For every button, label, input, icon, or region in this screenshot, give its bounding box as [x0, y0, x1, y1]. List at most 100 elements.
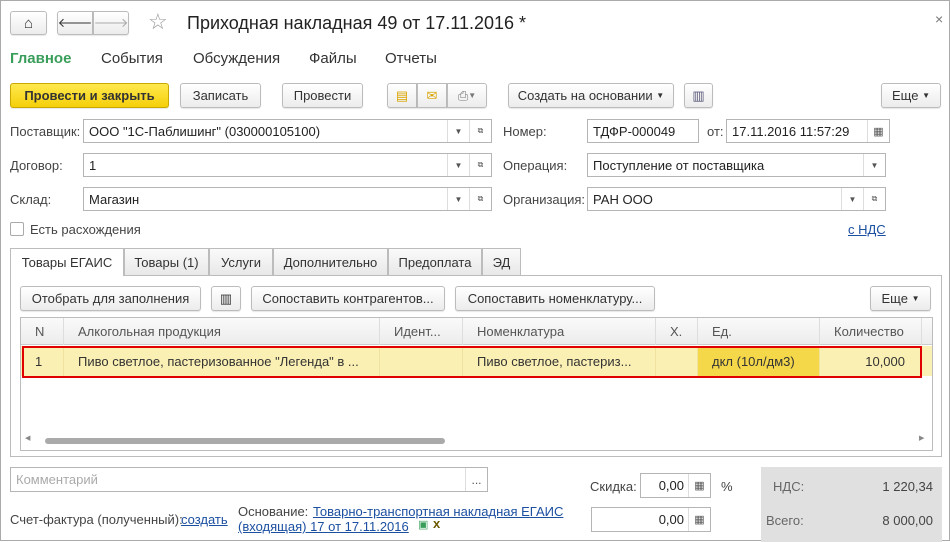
nav-files[interactable]: Файлы — [309, 50, 357, 67]
operation-label: Операция: — [503, 158, 568, 173]
dropdown-icon[interactable]: ▼ — [841, 188, 863, 210]
open-icon[interactable]: ⧉ — [469, 188, 491, 210]
save-button[interactable]: Записать — [180, 83, 261, 108]
report-icon[interactable]: ▥ — [684, 83, 713, 108]
calculator-icon[interactable]: ▦ — [688, 474, 710, 497]
discrepancy-label: Есть расхождения — [30, 222, 141, 237]
number-field[interactable]: ТДФР-000049 — [587, 119, 699, 143]
table-header: N Алкогольная продукция Идент... Номенкл… — [21, 318, 932, 345]
warehouse-value: Магазин — [89, 191, 140, 207]
comment-placeholder: Комментарий — [16, 472, 98, 487]
open-icon[interactable]: ⧉ — [469, 154, 491, 176]
col-product[interactable]: Алкогольная продукция — [64, 318, 380, 345]
page-title: Приходная накладная 49 от 17.11.2016 * — [187, 13, 527, 33]
dropdown-icon[interactable]: ▼ — [447, 188, 469, 210]
horizontal-scrollbar[interactable]: ◀ ▶ — [21, 435, 932, 446]
contract-field[interactable]: 1 ▼ ⧉ — [83, 153, 492, 177]
more-button[interactable]: Еще ▼ — [881, 83, 941, 108]
contract-value: 1 — [89, 157, 97, 173]
select-fill-button[interactable]: Отобрать для заполнения — [20, 286, 201, 311]
star-icon[interactable]: ☆ — [148, 9, 168, 35]
forward-button[interactable]: 🡒 — [93, 11, 129, 35]
basis-label: Основание: — [238, 504, 309, 519]
amount-field[interactable]: 0,00 ▦ — [591, 507, 711, 532]
tab-egais-goods[interactable]: Товары ЕГАИС — [10, 248, 124, 276]
col-ident[interactable]: Идент... — [380, 318, 463, 345]
supplier-value: ООО "1С-Паблишинг" (030000105100) — [89, 123, 321, 139]
comment-field[interactable]: Комментарий... — [10, 467, 488, 492]
col-x[interactable]: Х. — [656, 318, 698, 345]
row-outline — [22, 346, 922, 378]
warehouse-field[interactable]: Магазин ▼ ⧉ — [83, 187, 492, 211]
open-document-icon[interactable]: ▣ — [418, 518, 428, 531]
print-icon[interactable]: ⎙ ▼ — [447, 83, 487, 108]
org-value: РАН ООО — [593, 191, 653, 207]
nav-main[interactable]: Главное — [10, 50, 71, 67]
document-icon[interactable]: ▤ — [387, 83, 417, 108]
date-value: 17.11.2016 11:57:29 — [732, 123, 850, 139]
operation-value: Поступление от поставщика — [593, 157, 765, 173]
discount-field[interactable]: 0,00 ▦ — [640, 473, 711, 498]
create-based-label: Создать на основании — [517, 88, 653, 103]
col-qty[interactable]: Количество — [820, 318, 922, 345]
nav-reports[interactable]: Отчеты — [385, 50, 437, 67]
tab-goods[interactable]: Товары (1) — [124, 248, 209, 275]
total-value: 8 000,00 — [882, 513, 933, 528]
more-label: Еще — [881, 291, 908, 306]
col-unit[interactable]: Ед. — [698, 318, 820, 345]
total-label: Всего: — [766, 513, 804, 528]
tab-prepayment[interactable]: Предоплата — [388, 248, 482, 275]
tab-ed[interactable]: ЭД — [482, 248, 521, 275]
home-button[interactable]: ⌂ — [10, 11, 47, 35]
close-button[interactable]: × — [935, 11, 943, 27]
more-label: Еще — [892, 88, 919, 103]
org-field[interactable]: РАН ООО ▼ ⧉ — [587, 187, 886, 211]
col-nomenclature[interactable]: Номенклатура — [463, 318, 656, 345]
calculator-icon[interactable]: ▦ — [688, 508, 710, 531]
vat-label: НДС: — [773, 479, 805, 494]
post-close-button[interactable]: Провести и закрыть — [10, 83, 169, 108]
percent-label: % — [721, 479, 733, 494]
tab-services[interactable]: Услуги — [209, 248, 273, 275]
org-label: Организация: — [503, 192, 586, 207]
match-contractors-button[interactable]: Сопоставить контрагентов... — [251, 286, 445, 311]
contract-label: Договор: — [10, 158, 63, 173]
vat-link[interactable]: с НДС — [848, 222, 886, 237]
open-icon[interactable]: ⧉ — [863, 188, 885, 210]
post-button[interactable]: Провести — [282, 83, 363, 108]
remove-basis-icon[interactable]: x — [433, 516, 440, 531]
nav-events[interactable]: События — [101, 50, 163, 67]
chevron-down-icon: ▼ — [656, 91, 665, 100]
calendar-icon[interactable]: ▦ — [867, 120, 889, 142]
panel-more-button[interactable]: Еще ▼ — [870, 286, 931, 311]
dropdown-icon[interactable]: ▼ — [447, 120, 469, 142]
dropdown-icon[interactable]: ▼ — [863, 154, 885, 176]
discount-value: 0,00 — [658, 478, 684, 493]
number-label: Номер: — [503, 124, 547, 139]
invoice-label: Счет-фактура (полученный): — [10, 512, 183, 527]
mail-icon[interactable]: ✉ — [417, 83, 447, 108]
date-field[interactable]: 17.11.2016 11:57:29 ▦ — [726, 119, 890, 143]
discount-label: Скидка: — [590, 479, 637, 494]
supplier-label: Поставщик: — [10, 124, 81, 139]
operation-field[interactable]: Поступление от поставщика ▼ — [587, 153, 886, 177]
open-icon[interactable]: ⧉ — [469, 120, 491, 142]
discrepancy-checkbox[interactable] — [10, 222, 24, 236]
barcode-icon[interactable]: ▥ — [211, 286, 241, 311]
date-label: от: — [707, 124, 724, 139]
col-n[interactable]: N — [21, 318, 64, 345]
supplier-field[interactable]: ООО "1С-Паблишинг" (030000105100) ▼ ⧉ — [83, 119, 492, 143]
scrollbar-thumb[interactable] — [45, 438, 445, 444]
match-items-button[interactable]: Сопоставить номенклатуру... — [455, 286, 655, 311]
basis-link-2[interactable]: (входящая) 17 от 17.11.2016 — [238, 519, 409, 534]
items-table: N Алкогольная продукция Идент... Номенкл… — [20, 317, 933, 451]
create-based-button[interactable]: Создать на основании ▼ — [508, 83, 674, 108]
invoice-create-link[interactable]: создать — [181, 512, 228, 527]
warehouse-label: Склад: — [10, 192, 52, 207]
nav-discussions[interactable]: Обсуждения — [193, 50, 280, 67]
dropdown-icon[interactable]: ▼ — [447, 154, 469, 176]
tab-additional[interactable]: Дополнительно — [273, 248, 388, 275]
back-button[interactable]: 🡐 — [57, 11, 93, 35]
ellipsis-button[interactable]: ... — [465, 468, 487, 491]
amount-value: 0,00 — [658, 512, 684, 527]
